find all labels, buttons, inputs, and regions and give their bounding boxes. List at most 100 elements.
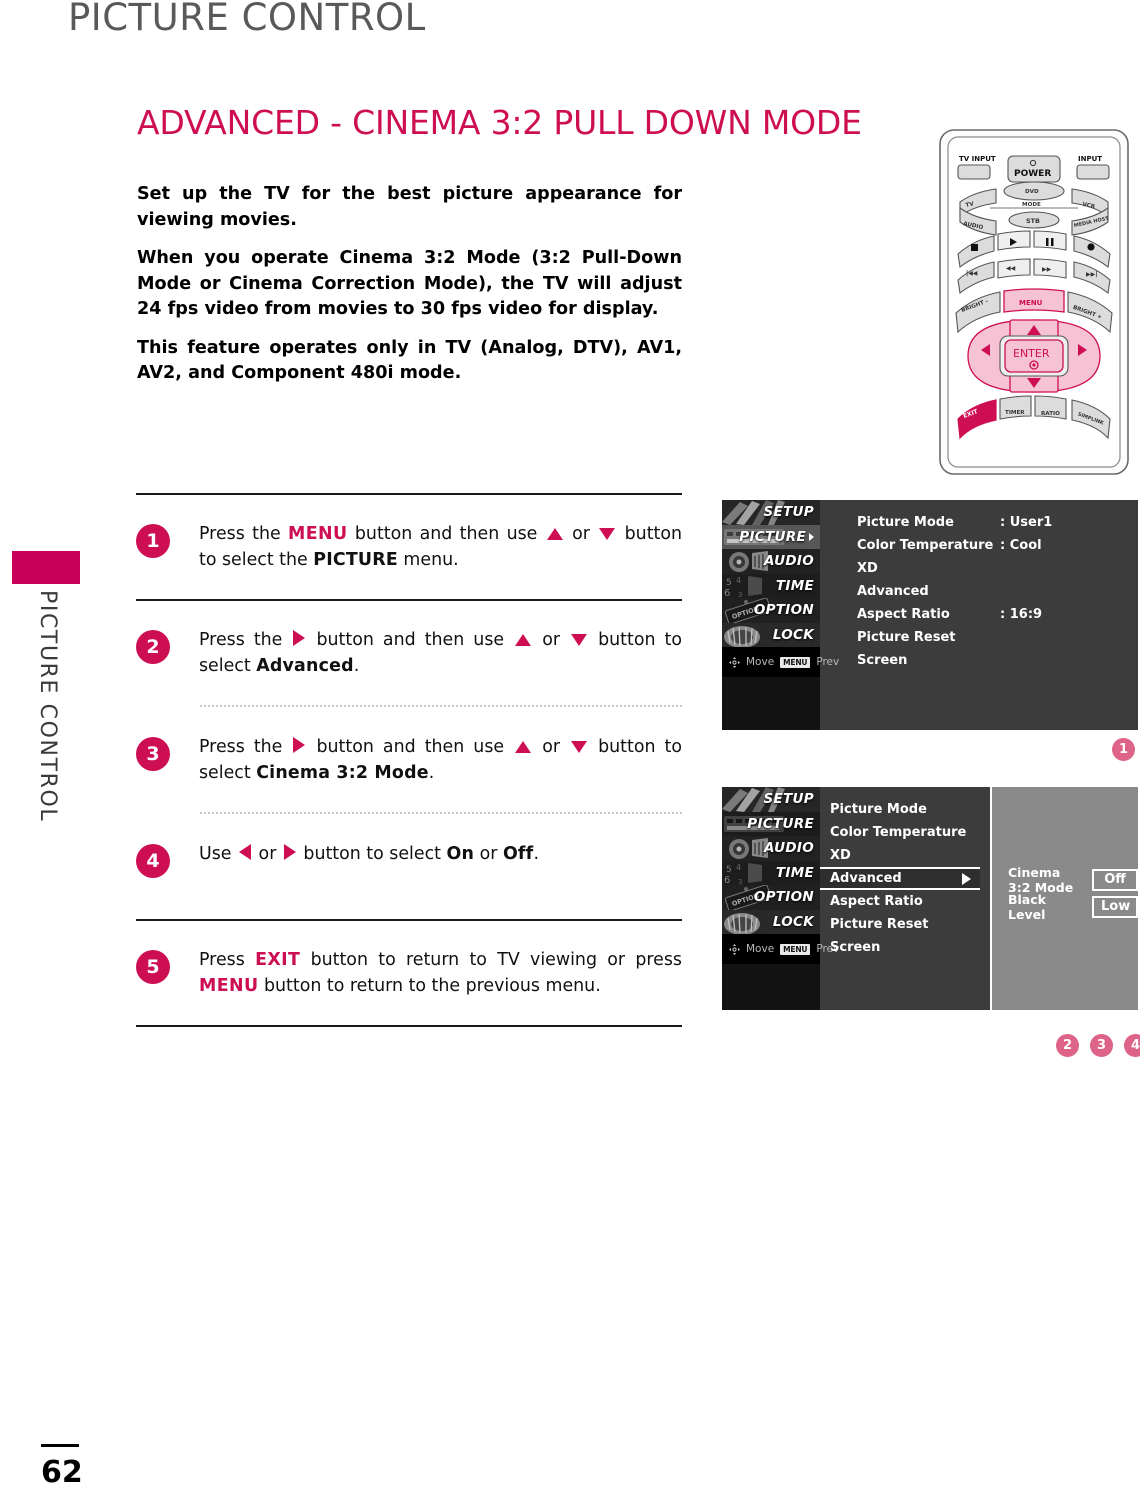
osd-submenu-value[interactable]: Off [1092,869,1138,891]
osd-sidebar-label: OPTION [753,602,814,619]
sidebar-section-label: PICTURE CONTROL [35,590,60,823]
step-number-badge: 2 [136,630,170,664]
osd-sidebar-label: PICTURE [747,815,814,832]
step-text-part: or [533,737,570,757]
osd-sidebar-label: SETUP [763,504,814,521]
osd-footer-menu-chip: MENU [780,943,811,955]
osd-sidebar-item-picture[interactable]: PICTURE [722,524,820,549]
svg-text:6: 6 [724,588,730,599]
page-title: ADVANCED - CINEMA 3:2 PULL DOWN MODE [137,103,862,142]
osd-submenu-row-cinema-32-mode[interactable]: Cinema 3:2 Mode Off [1008,865,1138,895]
osd-row-label: Aspect Ratio [857,607,950,622]
osd-sidebar-label: PICTURE [739,528,806,545]
step-text-part: button and then use [307,630,514,650]
step-text-part: button and then use [347,524,545,544]
callout-badge-3: 3 [1090,1034,1113,1057]
step-text-part: or [533,630,570,650]
osd-sidebar-item-time[interactable]: 5463 TIME [722,860,820,886]
arrow-down-icon [599,528,616,540]
osd-submenu-label: Black Level [1008,892,1046,922]
osd-sidebar-label: TIME [775,864,814,881]
arrow-up-icon [515,741,532,753]
steps-list: 1 Press the MENU button and then use or … [136,493,682,1027]
step-text-part: or [474,844,503,864]
step-1: 1 Press the MENU button and then use or … [136,495,682,599]
osd-row-label: Picture Mode [830,802,927,817]
step-3: 3 Press the button and then use or butto… [136,708,682,812]
svg-text:ENTER: ENTER [1013,347,1050,360]
osd-sidebar-item-time[interactable]: 5463 TIME [722,573,820,599]
keyword-on: On [446,844,475,864]
svg-text:STB: STB [1026,217,1040,225]
arrow-right-icon [293,737,306,753]
osd-menu-row[interactable]: Aspect Ratio : 16:9 [857,603,1138,626]
osd-menu-row[interactable]: Aspect Ratio [830,890,990,913]
svg-text:|◀◀: |◀◀ [966,270,978,277]
osd-menu-row[interactable]: Screen [830,936,990,959]
step-text-part: or [253,844,282,864]
svg-text:5: 5 [726,578,732,588]
osd-sidebar-item-lock[interactable]: LOCK [722,622,820,647]
step-number-badge: 1 [136,524,170,558]
osd-row-label: Screen [830,940,881,955]
osd-menu-row[interactable]: Color Temperature: Cool [857,534,1138,557]
step-number-badge: 5 [136,950,170,984]
osd-submenu-value[interactable]: Low [1092,896,1138,918]
osd-sidebar-item-audio[interactable]: AUDIO [722,836,820,861]
osd-menu-row[interactable]: XD [857,557,1138,580]
step-text-part: Press the [199,524,289,544]
osd-menu-row[interactable]: Picture Mode: User1 [857,511,1138,534]
svg-text:▶▶: ▶▶ [1042,266,1052,273]
arrow-up-icon [546,528,563,540]
osd-menu-list: Picture Mode: User1 Color Temperature: C… [820,500,1138,730]
step-text-part: Use [199,844,238,864]
osd-footer-move-label: Move [746,656,775,668]
step-text-part: button to return to the previous menu. [258,976,601,997]
step-text-part: . [353,656,360,677]
remote-input-button [1076,164,1110,180]
step-text-part: or [564,524,598,544]
remote-label-input: INPUT [1078,155,1102,163]
arrow-right-icon [293,630,306,646]
osd-menu-row[interactable]: Picture Mode [830,798,990,821]
osd-sidebar-item-setup[interactable]: SETUP [722,500,820,525]
chevron-right-icon [962,872,971,885]
osd-menu-row[interactable]: Advanced [857,580,1138,603]
remote-control-illustration: .rbody { fill:#fdfdfd; stroke:#6a6a6a; s… [938,128,1130,476]
osd-menu-row[interactable]: XD [830,844,990,867]
osd-sidebar-label: AUDIO [763,553,814,570]
callout-badge-2: 2 [1056,1034,1079,1057]
osd-sidebar-item-setup[interactable]: SETUP [722,787,820,812]
osd-row-value: : 16:9 [1000,607,1043,622]
osd-menu-row[interactable]: Screen [857,649,1138,672]
step-text-part: . [428,763,435,784]
svg-text:▶▶|: ▶▶| [1086,271,1097,278]
osd-submenu-row-black-level[interactable]: Black Level Low [1008,892,1138,922]
osd-sidebar-item-option[interactable]: OPTION OPTION [722,885,820,910]
arrow-right-icon [283,844,296,860]
svg-text:6: 6 [724,875,730,886]
step-text-part: Press the [199,630,292,650]
osd-sidebar-item-option[interactable]: OPTION OPTION [722,598,820,623]
osd-sidebar-label: LOCK [772,913,814,930]
osd-sidebar-item-lock[interactable]: LOCK [722,909,820,934]
step-text: Use or button to select On or Off. [199,841,682,867]
osd-row-label: XD [857,561,878,576]
osd-row-label: Color Temperature [857,538,994,553]
svg-text:MENU: MENU [1019,299,1043,307]
arrow-up-icon [515,634,532,646]
intro-paragraph-1: Set up the TV for the best picture appea… [137,184,682,230]
osd-menu-row[interactable]: Color Temperature [830,821,990,844]
step-text: Press the MENU button and then use or bu… [199,521,682,574]
osd-menu-row[interactable]: Picture Reset [857,626,1138,649]
osd-sidebar-item-audio[interactable]: AUDIO [722,549,820,574]
osd-menu-row[interactable]: Picture Reset [830,913,990,936]
osd-menu-row-selected-advanced[interactable]: Advanced [820,867,980,890]
page-number: 62 [41,1455,83,1490]
osd-sidebar-item-picture[interactable]: PICTURE [722,811,820,836]
svg-text:DVD: DVD [1025,189,1039,195]
osd-sidebar: SETUP PICTURE AUDIO 5463 TIME OPTION OPT… [722,500,839,730]
osd-sidebar: SETUP PICTURE AUDIO 5463 TIME OPTION OPT… [722,787,839,1010]
step-text-part: button to return to TV viewing or press [300,950,682,970]
osd-footer-hints: Move MENU Prev [722,647,839,677]
